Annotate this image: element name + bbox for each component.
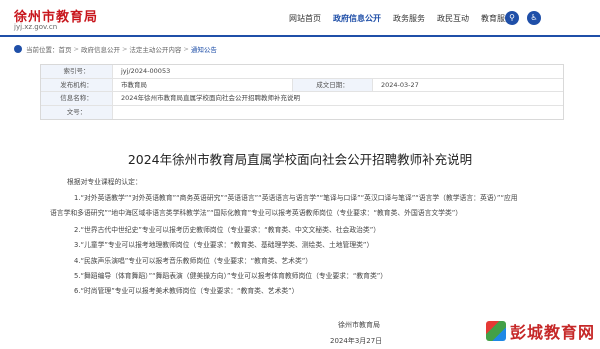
breadcrumb-notices[interactable]: 通知公告: [191, 44, 217, 54]
nav-home[interactable]: 网站首页: [283, 0, 327, 37]
breadcrumb-gov-info[interactable]: 政府信息公开: [81, 44, 120, 54]
search-icon[interactable]: ⚲: [505, 11, 519, 25]
breadcrumb-legal-content[interactable]: 法定主动公开内容: [129, 44, 181, 54]
watermark-logo: 彭城教育网: [486, 316, 595, 346]
nav-gov-info[interactable]: 政府信息公开: [327, 0, 387, 37]
breadcrumb: 当前位置： 首页 > 政府信息公开 > 法定主动公开内容 > 通知公告: [14, 44, 217, 54]
date-value: 2024-03-27: [381, 80, 419, 89]
article-signature: 徐州市教育局: [338, 321, 380, 329]
article-intro: 根据对专业课程的认定：: [67, 178, 142, 186]
info-row-name: 信息名称： 2024年徐州市教育局直属学校面向社会公开招聘教师补充说明: [41, 92, 563, 106]
index-label: 索引号：: [41, 65, 113, 78]
site-domain: jyj.xz.gov.cn: [14, 23, 58, 31]
nav-interaction[interactable]: 政民互动: [431, 0, 475, 37]
index-value: jyj/2024-00053: [121, 67, 171, 75]
breadcrumb-separator: >: [73, 45, 79, 53]
article-item-4: 4.“民族声乐演唱”专业可以报考音乐教师岗位（专业要求：“教育类、艺术类”）: [74, 257, 313, 265]
book-icon: [486, 321, 506, 341]
article-item-6: 6.“时尚管理”专业可以报考美术教师岗位（专业要求：“教育类、艺术类”）: [74, 287, 299, 295]
doc-value: [113, 106, 563, 120]
article-item-1: 1.“对外英语教学”“对外英语教育”“商务英语研究”“英语语言”“英语语言与语言…: [74, 194, 518, 202]
info-row-org: 发布机构： 市教育局 成文日期： 2024-03-27: [41, 78, 563, 92]
org-label: 发布机构：: [41, 78, 113, 91]
nav-services[interactable]: 政务服务: [387, 0, 431, 37]
doc-label: 文号：: [41, 105, 113, 119]
article-item-2: 2.“世界古代中世纪史”专业可以报考历史教师岗位（专业要求：“教育类、中文文秘类…: [74, 226, 381, 234]
info-row-index: 索引号： jyj/2024-00053: [41, 65, 563, 79]
name-value: 2024年徐州市教育局直属学校面向社会公开招聘教师补充说明: [121, 94, 301, 102]
org-value: 市教育局: [113, 78, 293, 91]
location-icon: [14, 45, 22, 53]
date-label: 成文日期：: [293, 78, 373, 91]
breadcrumb-separator: >: [183, 45, 189, 53]
info-row-doc: 文号：: [41, 105, 563, 120]
article-item-1-cont: 语言学和多语研究”“地中海区域非语言类学科教学法”“国际化教育”专业可以报考英语…: [50, 209, 463, 217]
breadcrumb-prefix: 当前位置：: [26, 46, 59, 54]
article-title: 2024年徐州市教育局直属学校面向社会公开招聘教师补充说明: [127, 152, 473, 167]
article-item-3: 3.“儿童学”专业可以报考地理教师岗位（专业要求：“教育类、基础理学类、测绘类、…: [74, 241, 374, 249]
breadcrumb-separator: >: [121, 45, 128, 53]
breadcrumb-home[interactable]: 首页: [59, 44, 72, 54]
article-date: 2024年3月27日: [330, 337, 383, 345]
accessibility-icon[interactable]: ♿: [527, 11, 541, 25]
site-header: 徐州市教育局 jyj.xz.gov.cn 网站首页 政府信息公开 政务服务 政民…: [0, 0, 600, 37]
main-nav: 网站首页 政府信息公开 政务服务 政民互动 教育服务: [283, 0, 519, 37]
article-item-5: 5.“舞蹈编导（体育舞蹈）”“舞蹈表演（健美操方向）”专业可以报考体育教师岗位（…: [74, 272, 388, 280]
info-table: 索引号： jyj/2024-00053 发布机构： 市教育局 成文日期： 202…: [40, 64, 564, 120]
watermark-text: 彭城教育网: [510, 323, 596, 342]
name-label: 信息名称：: [41, 92, 113, 105]
